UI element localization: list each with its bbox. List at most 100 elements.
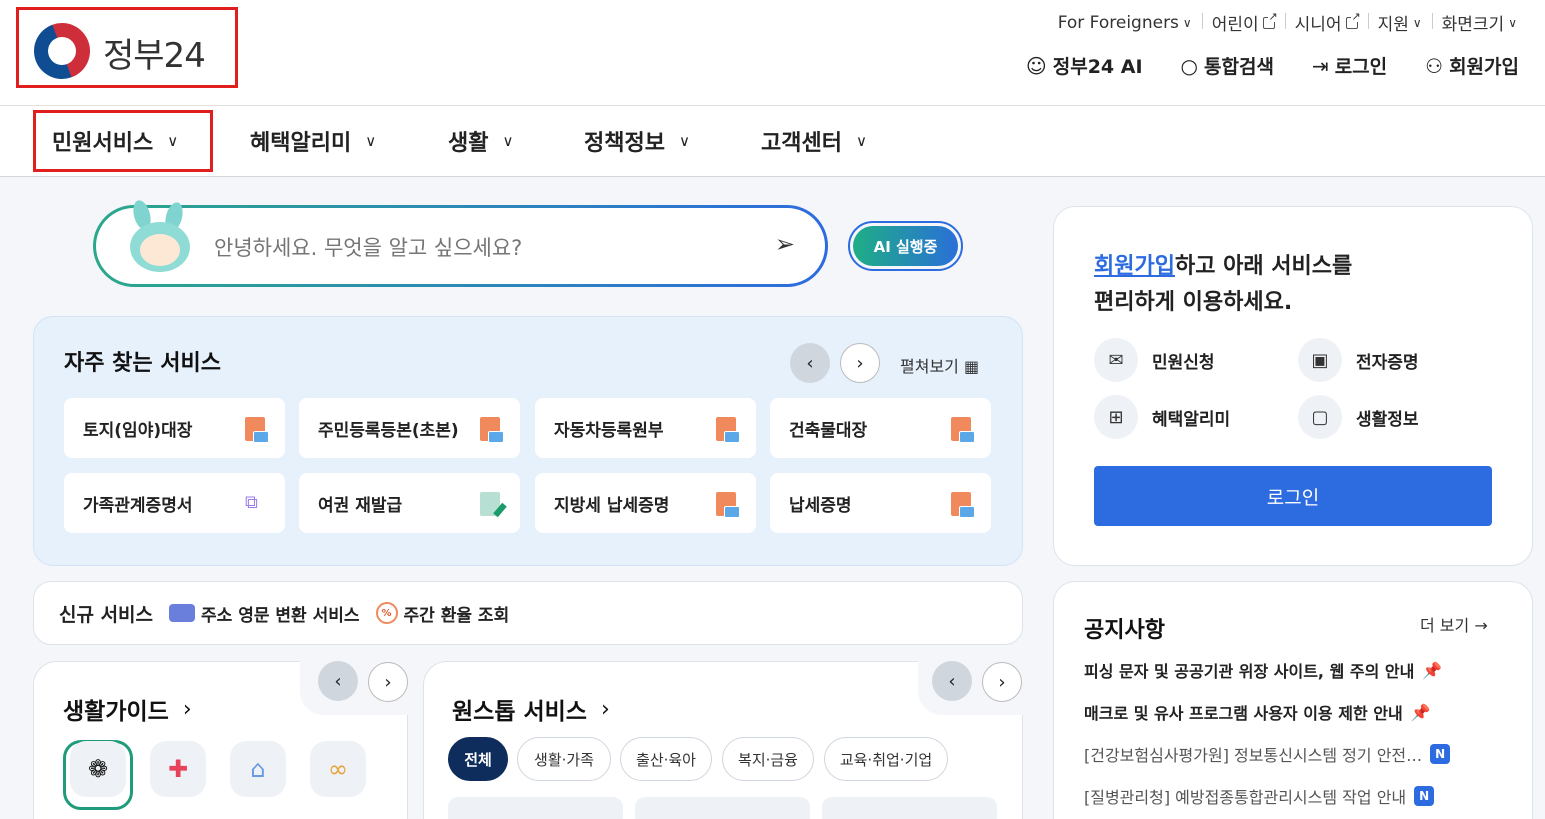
integrated-search-link[interactable]: ○ 통합검색 <box>1181 52 1274 79</box>
chip-education-job-business[interactable]: 교육·취업·기업 <box>824 737 948 781</box>
pin-icon: 📌 <box>1422 660 1443 680</box>
service-tile[interactable]: 자동차등록원부 <box>535 398 756 458</box>
util-link-support[interactable]: 지원 ∨ <box>1367 10 1432 35</box>
new-services-label: 신규 서비스 <box>59 603 154 626</box>
robot-icon: ☺ <box>1025 53 1047 78</box>
folder-icon <box>169 604 196 622</box>
new-services-bar: 신규 서비스 주소 영문 변환 서비스 % 주간 환율 조회 <box>33 581 1023 645</box>
pdf-icon <box>480 417 504 443</box>
taegeuk-logo-icon <box>26 15 98 87</box>
notice-item[interactable]: [건강보험심사평가원] 정보통신시스템 정기 안전… N <box>1084 742 1451 766</box>
chip-life-family[interactable]: 생활·가족 <box>517 737 611 781</box>
chevron-right-icon: › <box>998 671 1006 693</box>
logo[interactable]: 정부24 <box>16 7 238 88</box>
person-icon[interactable]: ⌂ <box>230 741 286 797</box>
signup-link[interactable]: ⚇ 회원가입 <box>1425 52 1519 79</box>
health-icon[interactable]: ✚ <box>150 741 206 797</box>
notice-card: 공지사항 더 보기 → 피싱 문자 및 공공기관 위장 사이트, 웹 주의 안내… <box>1053 581 1533 819</box>
chevron-right-icon: › <box>384 671 392 693</box>
login-message: 회원가입하고 아래 서비스를 편리하게 이용하세요. <box>1094 254 1353 315</box>
expand-button[interactable]: 펼쳐보기 ▦ <box>900 353 979 377</box>
chevron-right-icon: › <box>856 352 864 374</box>
onestop-item[interactable] <box>635 797 810 819</box>
search-icon: ○ <box>1180 53 1198 78</box>
prev-button[interactable]: ‹ <box>932 661 972 701</box>
chip-welfare-finance[interactable]: 복지·금융 <box>722 737 814 781</box>
onestop-item[interactable] <box>448 797 623 819</box>
notice-item[interactable]: [질병관리청] 예방접종통합관리시스템 작업 안내 N <box>1084 784 1435 808</box>
pdf-icon <box>716 417 740 443</box>
external-link-icon <box>1345 10 1361 29</box>
next-button[interactable]: › <box>982 662 1022 702</box>
notice-item[interactable]: 피싱 문자 및 공공기관 위장 사이트, 웹 주의 안내 📌 <box>1084 658 1442 682</box>
service-tile[interactable]: 가족관계증명서 ⧉ <box>64 473 285 533</box>
rings-icon[interactable]: ∞ <box>310 741 366 797</box>
benefit-alert[interactable]: ⊞ 혜택알리미 <box>1094 395 1230 439</box>
signup-link[interactable]: 회원가입 <box>1094 254 1175 279</box>
pdf-icon <box>716 492 740 518</box>
ai-running-button[interactable]: AI 실행중 <box>848 221 963 271</box>
mascot-icon <box>126 198 196 288</box>
chevron-down-icon: ∨ <box>167 132 179 150</box>
util-link-foreigners[interactable]: For Foreigners ∨ <box>1048 13 1202 33</box>
prev-button[interactable]: ‹ <box>318 661 358 701</box>
external-link-icon: ⧉ <box>245 492 258 513</box>
util-link-screen-size[interactable]: 화면크기 ∨ <box>1431 10 1527 35</box>
next-button[interactable]: › <box>840 343 880 383</box>
baby-icon[interactable]: ❁ <box>70 741 126 797</box>
onestop-title[interactable]: 원스톱 서비스 › <box>452 692 610 726</box>
life-guide-title[interactable]: 생활가이드 › <box>63 692 192 726</box>
chevron-down-icon: ∨ <box>855 132 867 150</box>
external-link-icon <box>1262 10 1278 29</box>
service-tile[interactable]: 토지(임야)대장 <box>64 398 285 458</box>
arrow-right-icon: → <box>1474 616 1488 635</box>
chevron-down-icon: ∨ <box>678 132 690 150</box>
nav-civil-services[interactable]: 민원서비스 ∨ <box>52 106 178 176</box>
service-tile[interactable]: 건축물대장 <box>770 398 991 458</box>
nav-policy-info[interactable]: 정책정보 ∨ <box>584 106 690 176</box>
nav-life[interactable]: 생활 ∨ <box>448 106 513 176</box>
ai-link[interactable]: ☺ 정부24 AI <box>1026 52 1143 79</box>
send-icon[interactable]: ➢ <box>775 230 795 258</box>
util-link-kids[interactable]: 어린이 <box>1201 10 1285 35</box>
chevron-down-icon: ∨ <box>502 132 514 150</box>
chevron-right-icon: › <box>600 696 610 722</box>
header: 정부24 For Foreigners∨ 어린이 시니어 지원∨ 화면크기∨ ☺… <box>0 0 1545 105</box>
benefit-life-info[interactable]: ▢ 생활정보 <box>1298 395 1419 439</box>
bookmark-icon: ▢ <box>1298 395 1342 439</box>
notice-item[interactable]: 매크로 및 유사 프로그램 사용자 이용 제한 안내 📌 <box>1084 700 1431 724</box>
new-badge: N <box>1414 786 1435 806</box>
nav-customer-center[interactable]: 고객센터 ∨ <box>761 106 867 176</box>
chevron-down-icon: ∨ <box>1412 15 1422 30</box>
login-button[interactable]: 로그인 <box>1094 466 1492 526</box>
prev-button[interactable]: ‹ <box>790 343 830 383</box>
chip-all[interactable]: 전체 <box>448 737 508 781</box>
onestop-item[interactable] <box>822 797 997 819</box>
chip-birth-childcare[interactable]: 출산·육아 <box>620 737 712 781</box>
chevron-right-icon: › <box>182 696 192 722</box>
utility-links: For Foreigners∨ 어린이 시니어 지원∨ 화면크기∨ <box>1048 10 1527 35</box>
main-links: ☺ 정부24 AI ○ 통합검색 ⇥ 로그인 ⚇ 회원가입 <box>1026 52 1519 79</box>
login-link[interactable]: ⇥ 로그인 <box>1312 52 1387 79</box>
pdf-icon <box>951 417 975 443</box>
user-add-icon: ⚇ <box>1425 53 1444 78</box>
service-tile[interactable]: 납세증명 <box>770 473 991 533</box>
benefit-e-certificate[interactable]: ▣ 전자증명 <box>1298 338 1419 382</box>
search-input[interactable] <box>214 230 734 266</box>
more-link[interactable]: 더 보기 → <box>1420 612 1488 636</box>
nav-benefit-alert[interactable]: 혜택알리미 ∨ <box>250 106 376 176</box>
service-tile[interactable]: 지방세 납세증명 <box>535 473 756 533</box>
grid-icon: ▦ <box>963 357 980 376</box>
benefit-civil-request[interactable]: ✉ 민원신청 <box>1094 338 1215 382</box>
new-service-exchange-rate[interactable]: % 주간 환율 조회 <box>375 601 509 626</box>
chevron-left-icon: ‹ <box>334 670 342 692</box>
exchange-rate-icon: % <box>375 602 398 624</box>
next-button[interactable]: › <box>368 662 408 702</box>
chevron-down-icon: ∨ <box>1182 15 1192 30</box>
util-link-senior[interactable]: 시니어 <box>1284 10 1368 35</box>
service-tile[interactable]: 여권 재발급 <box>299 473 520 533</box>
id-card-icon: ▣ <box>1298 338 1342 382</box>
new-service-address-english[interactable]: 주소 영문 변환 서비스 <box>169 601 360 626</box>
service-tile[interactable]: 주민등록등본(초본) <box>299 398 520 458</box>
login-icon: ⇥ <box>1311 53 1329 78</box>
